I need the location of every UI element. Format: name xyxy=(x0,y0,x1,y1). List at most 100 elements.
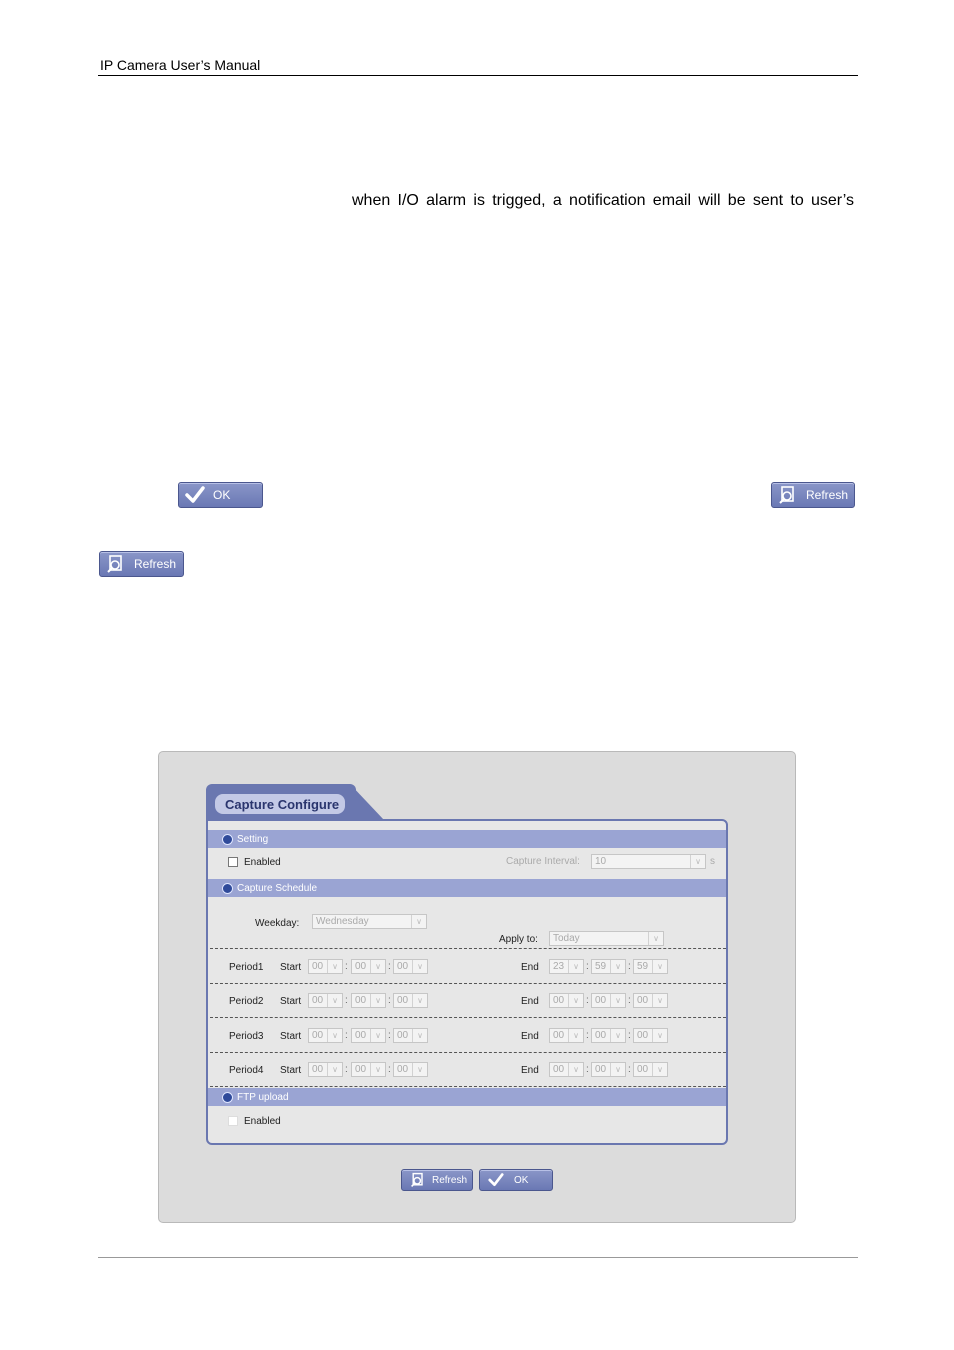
time-separator: : xyxy=(345,1030,348,1041)
chevron-down-icon: ∨ xyxy=(568,1063,583,1076)
period-start-value: 00 xyxy=(355,1030,367,1041)
end-label: End xyxy=(521,996,539,1007)
section-setting: Setting xyxy=(208,830,726,848)
end-label: End xyxy=(521,1031,539,1042)
period-divider xyxy=(210,983,726,984)
period-end-select-2[interactable]: 59 ∨ xyxy=(591,959,626,974)
period-start-select-1[interactable]: 00 ∨ xyxy=(308,993,343,1008)
chevron-down-icon: ∨ xyxy=(370,994,385,1007)
chevron-down-icon: ∨ xyxy=(370,1063,385,1076)
chevron-down-icon: ∨ xyxy=(568,1029,583,1042)
period-end-value: 00 xyxy=(553,1030,565,1041)
ftp-enabled-checkbox[interactable] xyxy=(228,1116,238,1126)
period-divider xyxy=(210,948,726,949)
chevron-down-icon: ∨ xyxy=(370,1029,385,1042)
period-start-value: 00 xyxy=(355,961,367,972)
weekday-value: Wednesday xyxy=(316,916,369,927)
time-separator: : xyxy=(586,995,589,1006)
period-start-value: 00 xyxy=(397,1064,409,1075)
refresh-magnifier-icon xyxy=(104,553,128,575)
period-start-select-1[interactable]: 00 ∨ xyxy=(308,1062,343,1077)
inline-refresh-button-left[interactable]: Refresh xyxy=(99,551,184,577)
chevron-down-icon: ∨ xyxy=(327,1029,342,1042)
period-end-select-1[interactable]: 00 ∨ xyxy=(549,993,584,1008)
apply-to-select[interactable]: Today ∨ xyxy=(549,931,664,946)
period-start-value: 00 xyxy=(312,1064,324,1075)
refresh-button[interactable]: Refresh xyxy=(401,1169,473,1191)
period-start-select-1[interactable]: 00 ∨ xyxy=(308,959,343,974)
time-separator: : xyxy=(388,1030,391,1041)
section-capture-schedule: Capture Schedule xyxy=(208,879,726,897)
capture-interval-select[interactable]: 10 ∨ xyxy=(591,854,706,869)
period-start-value: 00 xyxy=(312,1030,324,1041)
period-start-select-3[interactable]: 00 ∨ xyxy=(393,1028,428,1043)
period-label: Period4 xyxy=(229,1065,264,1076)
period-end-select-2[interactable]: 00 ∨ xyxy=(591,993,626,1008)
capture-interval-label: Capture Interval: xyxy=(506,856,580,867)
period-label: Period2 xyxy=(229,996,264,1007)
period-start-select-3[interactable]: 00 ∨ xyxy=(393,993,428,1008)
ok-button[interactable]: OK xyxy=(479,1169,553,1191)
config-tab-title: Capture Configure xyxy=(215,794,345,814)
period-end-select-3[interactable]: 00 ∨ xyxy=(633,1028,668,1043)
inline-ok-button[interactable]: OK xyxy=(178,482,263,508)
time-separator: : xyxy=(345,961,348,972)
weekday-select[interactable]: Wednesday ∨ xyxy=(312,914,427,929)
setting-enabled-checkbox[interactable] xyxy=(228,857,238,867)
time-separator: : xyxy=(586,1030,589,1041)
period-start-select-2[interactable]: 00 ∨ xyxy=(351,1062,386,1077)
period-end-select-1[interactable]: 23 ∨ xyxy=(549,959,584,974)
chevron-down-icon: ∨ xyxy=(610,960,625,973)
section-setting-title: Setting xyxy=(237,833,269,845)
chevron-down-icon: ∨ xyxy=(412,1063,427,1076)
footer-divider xyxy=(98,1257,858,1258)
time-separator: : xyxy=(628,961,631,972)
period-start-value: 00 xyxy=(312,961,324,972)
period-start-value: 00 xyxy=(397,1030,409,1041)
time-separator: : xyxy=(628,1064,631,1075)
period-start-select-1[interactable]: 00 ∨ xyxy=(308,1028,343,1043)
chevron-down-icon: ∨ xyxy=(412,960,427,973)
time-separator: : xyxy=(628,1030,631,1041)
time-separator: : xyxy=(388,961,391,972)
period-end-value: 00 xyxy=(553,995,565,1006)
time-separator: : xyxy=(628,995,631,1006)
period-start-select-2[interactable]: 00 ∨ xyxy=(351,1028,386,1043)
inline-refresh-button-right[interactable]: Refresh xyxy=(771,482,855,508)
period-label: Period1 xyxy=(229,962,264,973)
chevron-down-icon: ∨ xyxy=(652,1029,667,1042)
section-capture-schedule-title: Capture Schedule xyxy=(237,882,318,894)
period-start-value: 00 xyxy=(312,995,324,1006)
setting-enabled-label: Enabled xyxy=(244,857,281,868)
chevron-down-icon: ∨ xyxy=(648,932,663,945)
period-end-select-3[interactable]: 00 ∨ xyxy=(633,1062,668,1077)
period-start-select-3[interactable]: 00 ∨ xyxy=(393,959,428,974)
period-start-select-2[interactable]: 00 ∨ xyxy=(351,993,386,1008)
time-separator: : xyxy=(388,995,391,1006)
period-end-select-2[interactable]: 00 ∨ xyxy=(591,1028,626,1043)
period-start-select-3[interactable]: 00 ∨ xyxy=(393,1062,428,1077)
period-end-select-3[interactable]: 00 ∨ xyxy=(633,993,668,1008)
checkmark-icon xyxy=(183,484,207,506)
period-start-select-2[interactable]: 00 ∨ xyxy=(351,959,386,974)
period-end-select-2[interactable]: 00 ∨ xyxy=(591,1062,626,1077)
section-bullet-icon xyxy=(222,882,233,894)
period-end-value: 23 xyxy=(553,961,565,972)
period-end-select-1[interactable]: 00 ∨ xyxy=(549,1062,584,1077)
time-separator: : xyxy=(586,961,589,972)
chevron-down-icon: ∨ xyxy=(327,960,342,973)
chevron-down-icon: ∨ xyxy=(652,960,667,973)
time-separator: : xyxy=(586,1064,589,1075)
section-bullet-icon xyxy=(222,1091,233,1103)
section-ftp-upload-title: FTP upload xyxy=(237,1091,289,1103)
period-start-value: 00 xyxy=(355,995,367,1006)
period-end-select-1[interactable]: 00 ∨ xyxy=(549,1028,584,1043)
running-header: IP Camera User’s Manual xyxy=(100,57,261,73)
period-end-value: 00 xyxy=(637,1030,649,1041)
ftp-enabled-label: Enabled xyxy=(244,1116,281,1127)
period-start-value: 00 xyxy=(397,961,409,972)
chevron-down-icon: ∨ xyxy=(568,994,583,1007)
period-label: Period3 xyxy=(229,1031,264,1042)
period-end-select-3[interactable]: 59 ∨ xyxy=(633,959,668,974)
period-end-value: 00 xyxy=(595,995,607,1006)
